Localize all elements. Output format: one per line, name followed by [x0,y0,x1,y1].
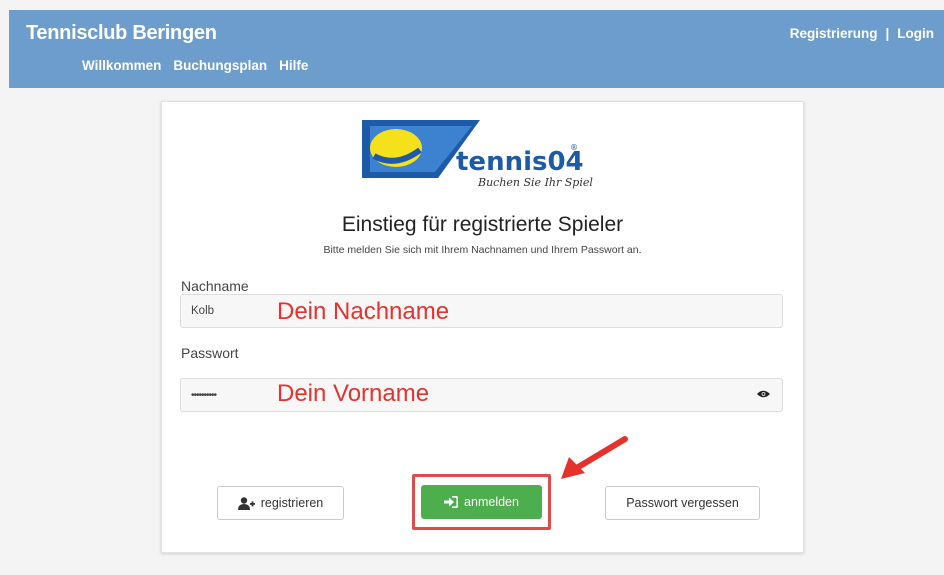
logo-text: tennis04 [456,147,584,177]
nav-willkommen[interactable]: Willkommen [82,58,161,73]
password-annotation: Dein Vorname [277,380,430,407]
pointer-arrow-icon [561,436,628,479]
password-value: •••••••••• [191,389,217,401]
lastname-label: Nachname [181,278,249,294]
password-field[interactable]: •••••••••• [180,378,783,412]
auth-separator: | [885,26,890,41]
logo-tagline: Buchen Sie Ihr Spiel [477,176,593,189]
nav-hilfe[interactable]: Hilfe [279,58,308,73]
login-subtitle: Bitte melden Sie sich mit Ihrem Nachname… [323,244,642,256]
login-link[interactable]: Login [897,26,934,41]
nav-buchungsplan[interactable]: Buchungsplan [173,58,267,73]
logo-registered: ® [570,143,578,152]
password-label: Passwort [181,345,239,361]
main-nav: Willkommen Buchungsplan Hilfe [82,58,308,73]
brand-title[interactable]: Tennisclub Beringen [26,22,217,45]
sign-in-icon [444,496,459,508]
lastname-value: Kolb [191,305,215,317]
tennis04-logo: tennis04 ® Buchen Sie Ihr Spiel [362,120,593,189]
login-button[interactable]: anmelden [421,485,542,519]
register-label: registrieren [260,496,324,510]
login-title: Einstieg für registrierte Spieler [341,213,624,236]
auth-links: Registrierung | Login [790,26,934,41]
forgot-password-button[interactable]: Passwort vergessen [605,486,760,520]
registration-link[interactable]: Registrierung [790,26,878,41]
top-navbar: Tennisclub Beringen Willkommen Buchungsp… [9,10,944,88]
eye-icon[interactable] [757,390,770,398]
forgot-password-label: Passwort vergessen [626,496,739,510]
lastname-annotation: Dein Nachname [277,298,450,325]
add-user-icon [237,496,255,510]
login-label: anmelden [464,495,519,509]
register-button[interactable]: registrieren [217,486,344,520]
lastname-field[interactable]: Kolb [180,294,783,328]
